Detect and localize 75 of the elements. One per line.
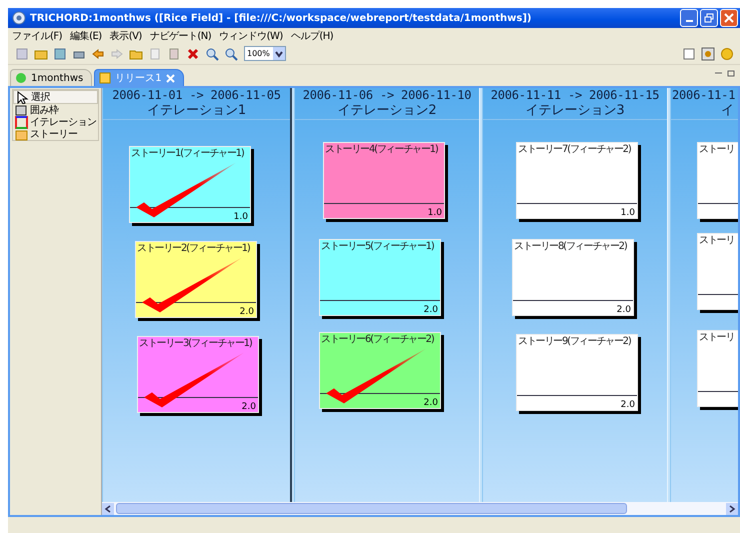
iteration-name: イ — [720, 103, 735, 118]
menu-item[interactable]: 表示(V) — [110, 28, 142, 42]
zoom-dropdown[interactable]: 100% — [244, 46, 286, 61]
scroll-thumb[interactable] — [116, 503, 627, 514]
story-points: 2.0 — [424, 398, 439, 408]
story-points: 2.0 — [240, 307, 255, 317]
minimize-button[interactable] — [680, 9, 698, 27]
date-range: 2006-11-11 -> 2006-11-15 — [490, 88, 660, 103]
story-title: ストーリ — [698, 143, 734, 156]
story-points: 2.0 — [620, 400, 636, 410]
delete-icon[interactable] — [185, 46, 200, 61]
close-button[interactable] — [720, 9, 738, 27]
close-icon — [724, 13, 734, 23]
scroll-right-icon[interactable] — [726, 502, 738, 514]
story-points: 2.0 — [616, 305, 632, 315]
menu-item[interactable]: ウィンドウ(W) — [219, 28, 283, 42]
story-card[interactable]: ストーリー6(フィーチャー2) 2.0 — [319, 332, 441, 409]
back-arrow-icon[interactable] — [90, 46, 105, 61]
restore-icon — [704, 13, 714, 23]
menu-item[interactable]: 編集(E) — [70, 28, 102, 42]
story-title: ストーリー3(フィーチャー1) — [138, 337, 252, 350]
app-icon — [12, 11, 26, 25]
date-range: 2006-11-1 — [671, 88, 736, 103]
story-card[interactable]: ストーリー3(フィーチャー1) 2.0 — [137, 336, 259, 413]
date-range: 2006-11-01 -> 2006-11-05 — [111, 88, 282, 103]
iteration-name: イテレーション2 — [336, 103, 438, 118]
date-range: 2006-11-06 -> 2006-11-10 — [302, 88, 472, 103]
story-title: ストーリー7(フィーチャー2) — [517, 143, 631, 156]
story-card[interactable]: ストーリー4(フィーチャー1) 1.0 — [323, 142, 445, 219]
story-points: 2.0 — [424, 305, 439, 315]
story-title: ストーリ — [698, 331, 734, 344]
minimize-maximize-icon[interactable] — [714, 70, 736, 78]
story-card[interactable]: ストーリー1(フィーチャー1) 1.0 — [129, 146, 251, 223]
palette-item[interactable]: イテレーション — [13, 116, 98, 128]
menu-item[interactable]: ナビゲート(N) — [150, 28, 212, 42]
zoom-out-icon[interactable] — [223, 46, 238, 61]
restore-button[interactable] — [700, 9, 718, 27]
horizontal-scrollbar[interactable] — [102, 502, 738, 515]
window-icon[interactable] — [681, 46, 696, 61]
story-title: ストーリー9(フィーチャー2) — [517, 335, 631, 348]
palette-item[interactable]: ストーリー — [13, 128, 98, 140]
story-title: ストーリー4(フィーチャー1) — [324, 143, 438, 156]
story-points: 1.0 — [234, 212, 249, 222]
story-card[interactable]: ストーリ — [697, 233, 738, 310]
editor-tab[interactable]: 1monthws — [10, 69, 92, 86]
story-card[interactable]: ストーリー2(フィーチャー1) 2.0 — [135, 241, 257, 318]
scroll-left-icon[interactable] — [102, 502, 114, 514]
story-card[interactable]: ストーリー5(フィーチャー1) 2.0 — [319, 239, 441, 316]
story-card[interactable]: ストーリー8(フィーチャー2) 2.0 — [512, 239, 634, 316]
window-title: TRICHORD:1monthws ([Rice Field] - [file:///C:/workspace/webreport/testdata/1monthws]) — [30, 12, 532, 24]
story-card[interactable]: ストーリー7(フィーチャー2) 1.0 — [516, 142, 638, 219]
story-points: 1.0 — [428, 208, 443, 218]
close-icon[interactable] — [166, 74, 175, 82]
story-points: 1.0 — [620, 208, 636, 218]
square-frame-icon — [15, 116, 28, 128]
zoom-in-icon[interactable] — [204, 46, 219, 61]
menu-item[interactable]: ヘルプ(H) — [290, 28, 334, 42]
story-title: ストーリー1(フィーチャー1) — [130, 147, 244, 160]
story-card[interactable]: ストーリー9(フィーチャー2) 2.0 — [516, 334, 638, 411]
story-points: 2.0 — [242, 402, 257, 412]
story-title: ストーリー5(フィーチャー1) — [320, 240, 434, 253]
palette-item[interactable]: 囲み枠 — [13, 104, 98, 116]
story-title: ストーリー6(フィーチャー2) — [320, 333, 434, 346]
minimize-icon — [686, 20, 692, 22]
iteration-name: イテレーション3 — [524, 103, 626, 118]
story-card[interactable]: ストーリ — [697, 330, 738, 407]
story-card[interactable]: ストーリ — [697, 142, 738, 219]
story-title: ストーリー2(フィーチャー1) — [136, 242, 250, 255]
story-title: ストーリ — [698, 234, 734, 247]
iteration-name: イテレーション1 — [146, 103, 248, 118]
frame-icon — [15, 104, 28, 116]
arrow-cursor-icon — [16, 90, 29, 104]
story-title: ストーリー8(フィーチャー2) — [513, 240, 627, 253]
menu-item[interactable]: ファイル(F) — [12, 28, 62, 42]
palette-item[interactable]: 選択 — [13, 90, 98, 104]
